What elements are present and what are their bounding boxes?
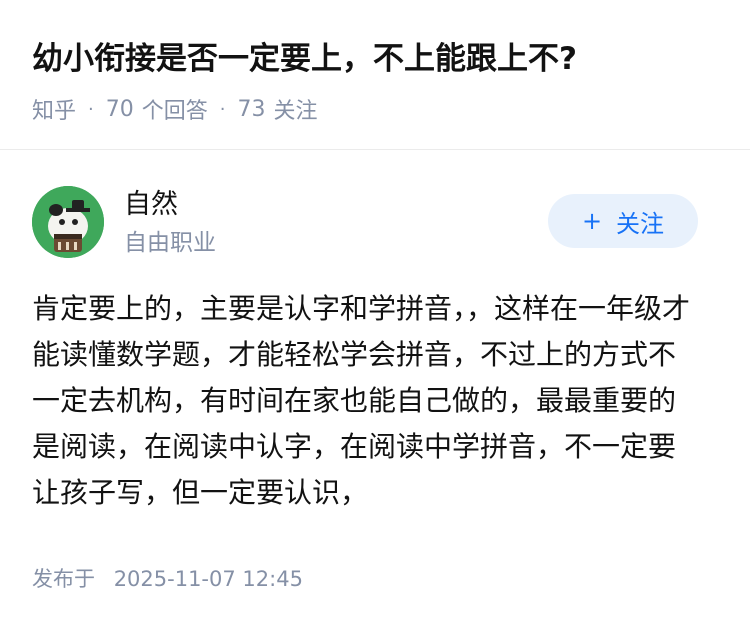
follow-button[interactable]: + 关注 bbox=[548, 194, 698, 248]
author-headline: 自由职业 bbox=[124, 230, 216, 256]
publish-timestamp: 2025-11-07 12:45 bbox=[113, 567, 303, 591]
meta-separator: · bbox=[88, 98, 94, 120]
question-title[interactable]: 幼小衔接是否一定要上，不上能跟上不? bbox=[32, 34, 577, 84]
author-name[interactable]: 自然 bbox=[124, 186, 178, 224]
meta-separator: · bbox=[219, 98, 226, 120]
follow-button-label: 关注 bbox=[616, 209, 665, 238]
source-label[interactable]: 知乎 bbox=[32, 93, 76, 125]
question-meta: 知乎 · 70 个回答 · 73 关注 bbox=[32, 92, 318, 126]
avatar[interactable] bbox=[32, 186, 104, 258]
follower-count: 73 bbox=[237, 96, 266, 122]
answer-count: 70 bbox=[105, 96, 134, 122]
publish-label: 发布于 bbox=[32, 567, 95, 591]
publish-time: 发布于 2025-11-07 12:45 bbox=[32, 563, 303, 595]
follower-count-label: 关注 bbox=[273, 99, 318, 124]
question-header: 幼小衔接是否一定要上，不上能跟上不? 知乎 · 70 个回答 · 73 关注 bbox=[0, 0, 750, 150]
avatar-image-icon bbox=[32, 186, 104, 258]
plus-icon: + bbox=[581, 207, 603, 235]
author-row: 自然 自由职业 + 关注 bbox=[32, 186, 698, 262]
answer-content: 肯定要上的，主要是认字和学拼音，，这样在一年级才能读懂数学题，才能轻松学会拼音，… bbox=[32, 292, 691, 509]
answer-count-label: 个回答 bbox=[141, 99, 208, 124]
